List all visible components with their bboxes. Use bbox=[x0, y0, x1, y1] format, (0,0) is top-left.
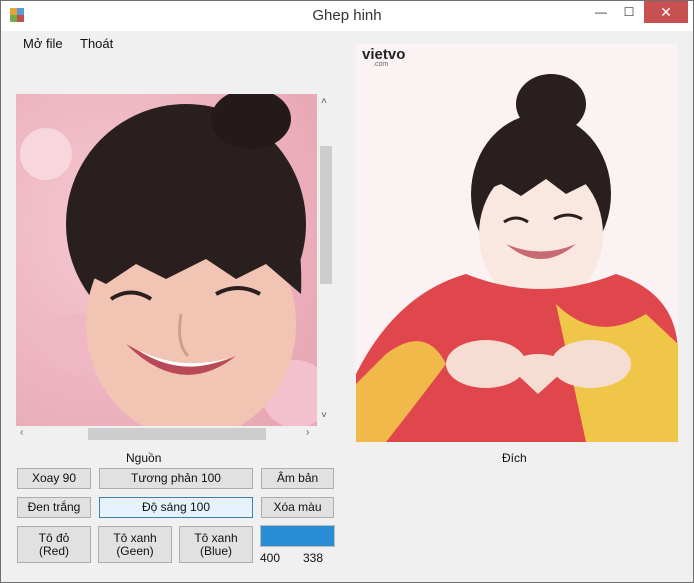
scroll-right-icon[interactable]: › bbox=[306, 427, 309, 438]
brightness-button[interactable]: Độ sáng 100 bbox=[99, 497, 253, 518]
app-window: Ghep hinh — ☐ ✕ Mở file Thoát ˄ ˅ ‹ › vi… bbox=[0, 0, 694, 583]
grayscale-button[interactable]: Đen trắng bbox=[17, 497, 91, 518]
destination-image bbox=[356, 44, 678, 442]
rotate-button[interactable]: Xoay 90 bbox=[17, 468, 91, 489]
red-tint-button[interactable]: Tô đỏ (Red) bbox=[17, 526, 91, 563]
clear-color-button[interactable]: Xóa màu bbox=[261, 497, 334, 518]
source-horizontal-scrollbar[interactable]: ‹ › bbox=[16, 426, 317, 442]
scroll-left-icon[interactable]: ‹ bbox=[20, 427, 23, 438]
source-caption: Nguồn bbox=[126, 451, 162, 465]
minimize-button[interactable]: — bbox=[587, 1, 615, 23]
close-button[interactable]: ✕ bbox=[644, 1, 688, 23]
blue-tint-sub: (Blue) bbox=[199, 543, 232, 558]
red-tint-label: Tô đỏ bbox=[38, 530, 70, 545]
menu-open-file[interactable]: Mở file bbox=[23, 36, 63, 51]
blue-tint-button[interactable]: Tô xanh (Blue) bbox=[179, 526, 253, 563]
negative-button[interactable]: Âm bản bbox=[261, 468, 334, 489]
red-tint-sub: (Red) bbox=[38, 543, 69, 558]
source-image-panel[interactable]: ˄ ˅ ‹ › bbox=[16, 94, 334, 442]
green-tint-label: Tô xanh bbox=[113, 530, 157, 545]
destination-image-panel[interactable]: vietvo .com bbox=[356, 44, 678, 442]
green-tint-button[interactable]: Tô xanh (Geen) bbox=[98, 526, 172, 563]
scroll-down-icon[interactable]: ˅ bbox=[321, 410, 327, 421]
progress-fill bbox=[261, 526, 334, 546]
green-tint-sub: (Geen) bbox=[116, 543, 154, 558]
maximize-button[interactable]: ☐ bbox=[615, 1, 643, 23]
height-value: 338 bbox=[303, 551, 324, 565]
source-image bbox=[16, 94, 317, 426]
source-vertical-scroll-thumb[interactable] bbox=[320, 146, 332, 284]
watermark-sub: .com bbox=[373, 61, 389, 68]
source-horizontal-scroll-thumb[interactable] bbox=[88, 428, 266, 440]
destination-caption: Đích bbox=[502, 451, 527, 465]
blue-tint-label: Tô xanh bbox=[194, 530, 238, 545]
contrast-button[interactable]: Tương phản 100 bbox=[99, 468, 253, 489]
source-vertical-scrollbar[interactable]: ˄ ˅ bbox=[317, 94, 334, 426]
menu-exit[interactable]: Thoát bbox=[80, 36, 113, 51]
width-value: 400 bbox=[260, 551, 281, 565]
scroll-up-icon[interactable]: ˄ bbox=[321, 96, 327, 107]
title-bar[interactable]: Ghep hinh — ☐ ✕ bbox=[1, 1, 693, 31]
progress-bar bbox=[260, 525, 335, 547]
